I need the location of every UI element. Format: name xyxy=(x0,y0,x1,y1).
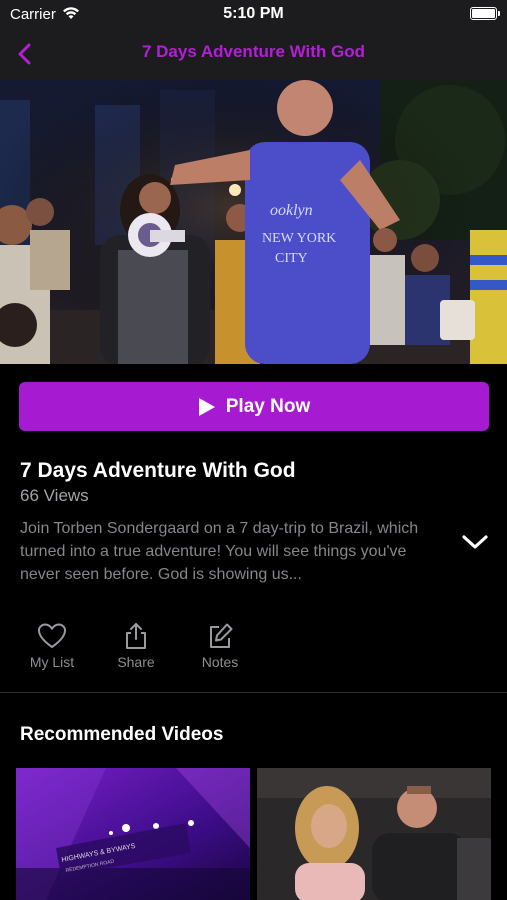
clock: 5:10 PM xyxy=(223,5,284,22)
svg-text:NEW YORK: NEW YORK xyxy=(262,231,336,246)
recommended-heading: Recommended Videos xyxy=(20,724,224,745)
section-divider xyxy=(0,692,507,693)
svg-text:CITY: CITY xyxy=(275,251,308,266)
action-row: My List Share Notes xyxy=(0,622,507,672)
edit-icon xyxy=(210,623,233,648)
recommended-video-thumbnail[interactable] xyxy=(257,768,491,900)
heart-icon xyxy=(37,623,67,649)
back-chevron-icon[interactable] xyxy=(12,40,40,68)
battery-icon xyxy=(470,7,500,20)
expand-chevron-icon[interactable] xyxy=(460,530,490,554)
share-label: Share xyxy=(117,654,155,670)
video-title: 7 Days Adventure With God xyxy=(20,459,296,482)
my-list-button[interactable]: My List xyxy=(17,622,87,670)
play-icon xyxy=(198,397,215,416)
notes-button[interactable]: Notes xyxy=(185,622,255,670)
nav-title: 7 Days Adventure With God xyxy=(141,42,366,61)
notes-label: Notes xyxy=(201,654,239,670)
video-hero-image[interactable]: ooklyn NEW YORK CITY xyxy=(0,80,507,364)
my-list-label: My List xyxy=(29,654,75,670)
status-bar: Carrier 5:10 PM xyxy=(0,0,507,28)
share-icon xyxy=(126,623,146,649)
play-now-label: Play Now xyxy=(225,395,311,417)
svg-text:ooklyn: ooklyn xyxy=(270,202,313,219)
view-count: 66 Views xyxy=(20,486,89,505)
navigation-bar: 7 Days Adventure With God xyxy=(0,28,507,80)
recommended-video-thumbnail[interactable]: HIGHWAYS & BYWAYS REDEMPTION ROAD xyxy=(16,768,250,900)
play-now-button[interactable]: Play Now xyxy=(19,382,489,431)
share-button[interactable]: Share xyxy=(101,622,171,670)
video-description: Join Torben Sondergaard on a 7 day-trip … xyxy=(20,520,419,583)
